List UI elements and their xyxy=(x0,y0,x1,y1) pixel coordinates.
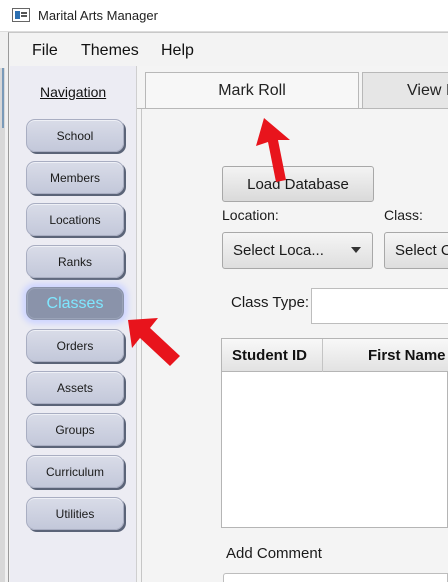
arrow-up-annotation xyxy=(256,118,290,182)
location-label: Location: xyxy=(222,207,279,223)
class-type-field[interactable] xyxy=(311,288,448,324)
class-select-value: Select C xyxy=(395,242,448,259)
arrow-left-annotation xyxy=(128,318,180,366)
application-window: Marital Arts Manager File Themes Help Na… xyxy=(0,0,448,582)
nav-orders-button[interactable]: Orders xyxy=(26,329,124,362)
menu-file[interactable]: File xyxy=(32,42,58,60)
table-header: Student ID First Name xyxy=(222,339,448,372)
chevron-down-icon xyxy=(351,247,361,253)
app-icon xyxy=(12,8,30,22)
column-student-id[interactable]: Student ID xyxy=(232,339,307,372)
navigation-heading: Navigation xyxy=(40,84,107,100)
window-title: Marital Arts Manager xyxy=(38,8,158,23)
title-bar: Marital Arts Manager xyxy=(0,0,448,32)
menu-help[interactable]: Help xyxy=(161,42,194,60)
nav-classes-button[interactable]: Classes xyxy=(26,287,124,320)
class-type-label: Class Type: xyxy=(231,294,310,311)
class-select[interactable]: Select C xyxy=(384,232,448,269)
tab-divider xyxy=(137,108,448,109)
tab-view[interactable]: View I xyxy=(362,72,448,108)
nav-school-button[interactable]: School xyxy=(26,119,124,152)
location-select-value: Select Loca... xyxy=(233,242,324,259)
nav-assets-button[interactable]: Assets xyxy=(26,371,124,404)
nav-ranks-button[interactable]: Ranks xyxy=(26,245,124,278)
column-divider xyxy=(322,339,323,372)
comment-field[interactable] xyxy=(223,573,448,582)
column-first-name[interactable]: First Name xyxy=(368,339,446,372)
location-select[interactable]: Select Loca... xyxy=(222,232,373,269)
nav-members-button[interactable]: Members xyxy=(26,161,124,194)
menu-themes[interactable]: Themes xyxy=(81,42,139,60)
menu-bar: File Themes Help xyxy=(9,36,448,66)
navigation-panel: Navigation School Members Locations Rank… xyxy=(10,66,137,582)
window-edge xyxy=(0,68,5,582)
add-comment-label: Add Comment xyxy=(226,545,322,562)
nav-curriculum-button[interactable]: Curriculum xyxy=(26,455,124,488)
tab-mark-roll[interactable]: Mark Roll xyxy=(145,72,359,109)
class-label: Class: xyxy=(384,207,423,223)
nav-utilities-button[interactable]: Utilities xyxy=(26,497,124,530)
nav-groups-button[interactable]: Groups xyxy=(26,413,124,446)
nav-locations-button[interactable]: Locations xyxy=(26,203,124,236)
load-database-button[interactable]: Load Database xyxy=(222,166,374,202)
roll-table: Student ID First Name xyxy=(221,338,448,528)
